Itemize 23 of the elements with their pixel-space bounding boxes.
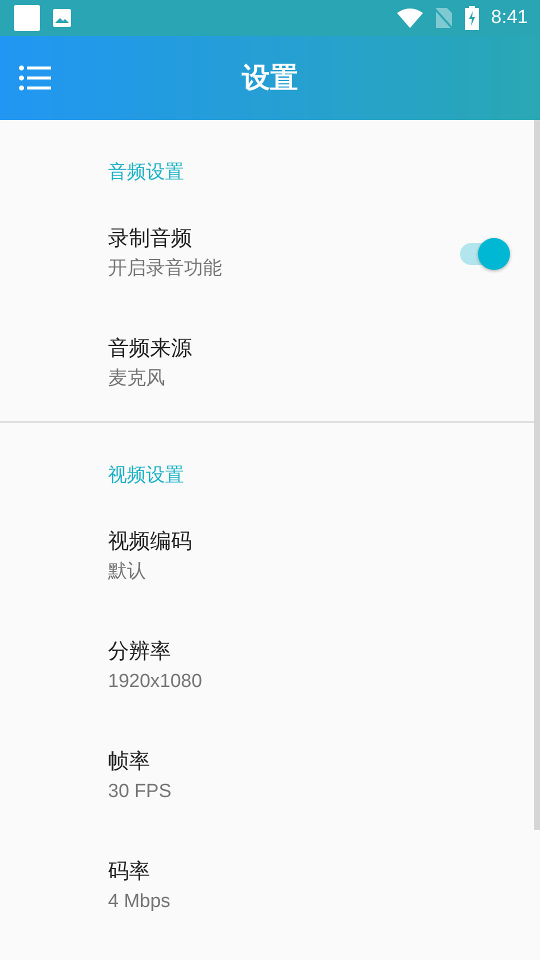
setting-summary: 麦克风 [108, 367, 166, 391]
battery-charging-icon [465, 6, 480, 30]
toggle-switch[interactable] [458, 237, 510, 271]
setting-title[interactable]: 码率 [108, 856, 170, 886]
setting-title[interactable]: 音频来源 [108, 333, 192, 363]
status-time: 8:41 [491, 7, 528, 29]
setting-summary: 开启录音功能 [108, 257, 222, 281]
wifi-icon [397, 8, 424, 28]
setting-summary: 30 FPS [108, 780, 172, 804]
app-bar-title: 设置 [242, 60, 298, 96]
menu-icon[interactable] [19, 65, 51, 91]
category-title: 视频设置 [108, 464, 184, 486]
category-title: 音频设置 [108, 161, 184, 183]
no-sim-icon [435, 7, 454, 29]
notification-icon [14, 5, 40, 31]
setting-title[interactable]: 录制音频 [108, 223, 222, 253]
image-icon [52, 8, 72, 28]
setting-title[interactable]: 分辨率 [108, 636, 202, 666]
setting-summary: 1920x1080 [108, 670, 202, 694]
setting-title[interactable]: 帧率 [108, 746, 172, 776]
setting-summary: 4 Mbps [108, 890, 170, 914]
setting-summary: 默认 [108, 560, 147, 584]
setting-title[interactable]: 视频编码 [108, 526, 192, 556]
